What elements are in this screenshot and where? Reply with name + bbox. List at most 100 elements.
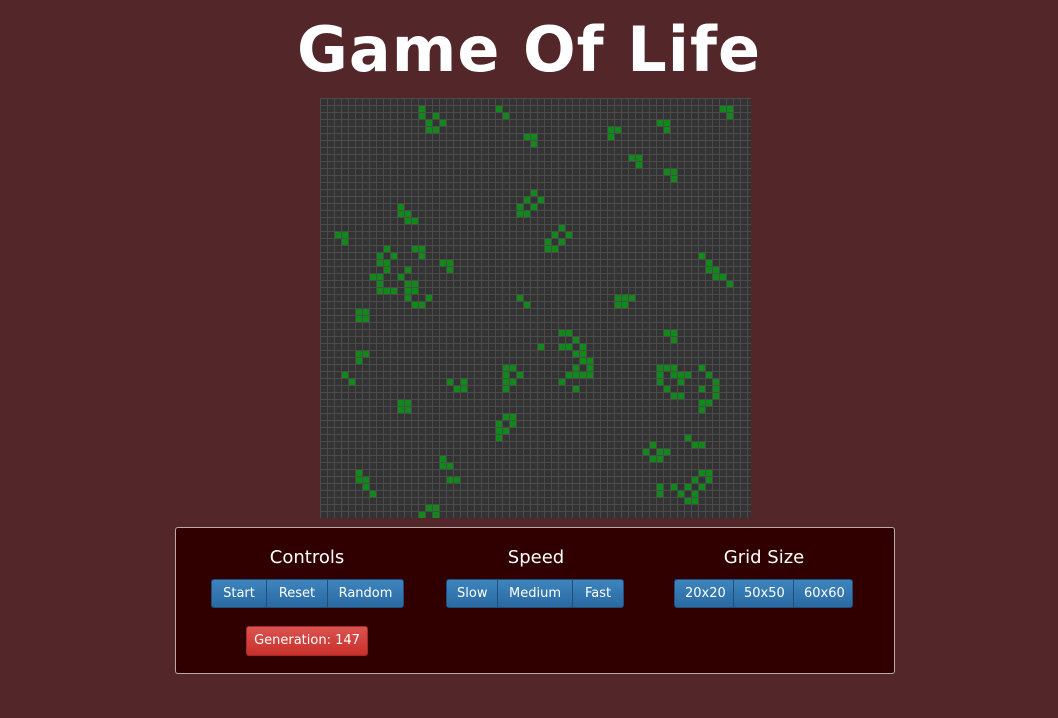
live-cell[interactable]	[629, 295, 635, 301]
live-cell[interactable]	[678, 393, 684, 399]
live-cell[interactable]	[657, 456, 663, 462]
live-cell[interactable]	[503, 428, 509, 434]
live-cell[interactable]	[566, 232, 572, 238]
live-cell[interactable]	[657, 484, 663, 490]
live-cell[interactable]	[510, 379, 516, 385]
live-cell[interactable]	[608, 127, 614, 133]
live-cell[interactable]	[629, 155, 635, 161]
live-cell[interactable]	[433, 505, 439, 511]
live-cell[interactable]	[587, 372, 593, 378]
live-cell[interactable]	[692, 442, 698, 448]
live-cell[interactable]	[447, 267, 453, 273]
live-cell[interactable]	[510, 414, 516, 420]
live-cell[interactable]	[622, 295, 628, 301]
live-cell[interactable]	[412, 246, 418, 252]
live-cell[interactable]	[517, 211, 523, 217]
live-cell[interactable]	[657, 379, 663, 385]
live-cell[interactable]	[454, 477, 460, 483]
live-cell[interactable]	[699, 253, 705, 259]
live-cell[interactable]	[503, 372, 509, 378]
live-cell[interactable]	[552, 232, 558, 238]
live-cell[interactable]	[377, 288, 383, 294]
live-cell[interactable]	[727, 106, 733, 112]
live-cell[interactable]	[454, 386, 460, 392]
live-cell[interactable]	[699, 470, 705, 476]
live-cell[interactable]	[426, 295, 432, 301]
live-cell[interactable]	[706, 470, 712, 476]
live-cell[interactable]	[657, 120, 663, 126]
live-cell[interactable]	[496, 435, 502, 441]
live-cell[interactable]	[692, 477, 698, 483]
live-cell[interactable]	[713, 386, 719, 392]
live-cell[interactable]	[636, 162, 642, 168]
live-cell[interactable]	[377, 260, 383, 266]
live-cell[interactable]	[615, 295, 621, 301]
live-cell[interactable]	[419, 253, 425, 259]
live-cell[interactable]	[503, 379, 509, 385]
live-cell[interactable]	[524, 211, 530, 217]
live-cell[interactable]	[524, 197, 530, 203]
live-cell[interactable]	[356, 470, 362, 476]
live-cell[interactable]	[552, 246, 558, 252]
live-cell[interactable]	[405, 267, 411, 273]
live-cell[interactable]	[370, 274, 376, 280]
random-button[interactable]: Random	[327, 579, 404, 608]
live-cell[interactable]	[538, 344, 544, 350]
live-cell[interactable]	[370, 491, 376, 497]
live-cell[interactable]	[461, 386, 467, 392]
live-cell[interactable]	[398, 407, 404, 413]
live-cell[interactable]	[517, 204, 523, 210]
live-cell[interactable]	[706, 267, 712, 273]
live-cell[interactable]	[657, 449, 663, 455]
live-cell[interactable]	[664, 127, 670, 133]
live-cell[interactable]	[573, 386, 579, 392]
live-cell[interactable]	[433, 512, 439, 518]
live-cell[interactable]	[391, 288, 397, 294]
live-cell[interactable]	[433, 127, 439, 133]
live-cell[interactable]	[706, 400, 712, 406]
live-cell[interactable]	[398, 400, 404, 406]
live-cell[interactable]	[405, 407, 411, 413]
live-cell[interactable]	[699, 386, 705, 392]
live-cell[interactable]	[580, 372, 586, 378]
live-cell[interactable]	[566, 372, 572, 378]
live-cell[interactable]	[531, 190, 537, 196]
live-cell[interactable]	[587, 358, 593, 364]
live-cell[interactable]	[335, 232, 341, 238]
live-cell[interactable]	[720, 106, 726, 112]
live-cell[interactable]	[440, 463, 446, 469]
live-cell[interactable]	[706, 260, 712, 266]
live-cell[interactable]	[671, 330, 677, 336]
live-cell[interactable]	[671, 169, 677, 175]
live-cell[interactable]	[405, 281, 411, 287]
live-cell[interactable]	[559, 344, 565, 350]
live-cell[interactable]	[384, 267, 390, 273]
live-cell[interactable]	[664, 169, 670, 175]
live-cell[interactable]	[356, 316, 362, 322]
live-cell[interactable]	[545, 239, 551, 245]
live-cell[interactable]	[720, 274, 726, 280]
live-cell[interactable]	[538, 197, 544, 203]
live-cell[interactable]	[643, 449, 649, 455]
live-cell[interactable]	[356, 477, 362, 483]
live-cell[interactable]	[510, 365, 516, 371]
live-cell[interactable]	[503, 386, 509, 392]
live-cell[interactable]	[671, 337, 677, 343]
live-cell[interactable]	[447, 477, 453, 483]
live-cell[interactable]	[356, 351, 362, 357]
live-cell[interactable]	[405, 211, 411, 217]
live-cell[interactable]	[580, 358, 586, 364]
live-cell[interactable]	[398, 211, 404, 217]
live-cell[interactable]	[587, 365, 593, 371]
live-cell[interactable]	[559, 379, 565, 385]
live-cell[interactable]	[426, 127, 432, 133]
live-cell[interactable]	[363, 477, 369, 483]
slow-speed-button[interactable]: Slow	[446, 579, 498, 608]
live-cell[interactable]	[713, 379, 719, 385]
live-cell[interactable]	[440, 120, 446, 126]
live-cell[interactable]	[524, 302, 530, 308]
live-cell[interactable]	[566, 330, 572, 336]
live-cell[interactable]	[685, 484, 691, 490]
grid-60x60-button[interactable]: 60x60	[793, 579, 853, 608]
live-cell[interactable]	[426, 120, 432, 126]
